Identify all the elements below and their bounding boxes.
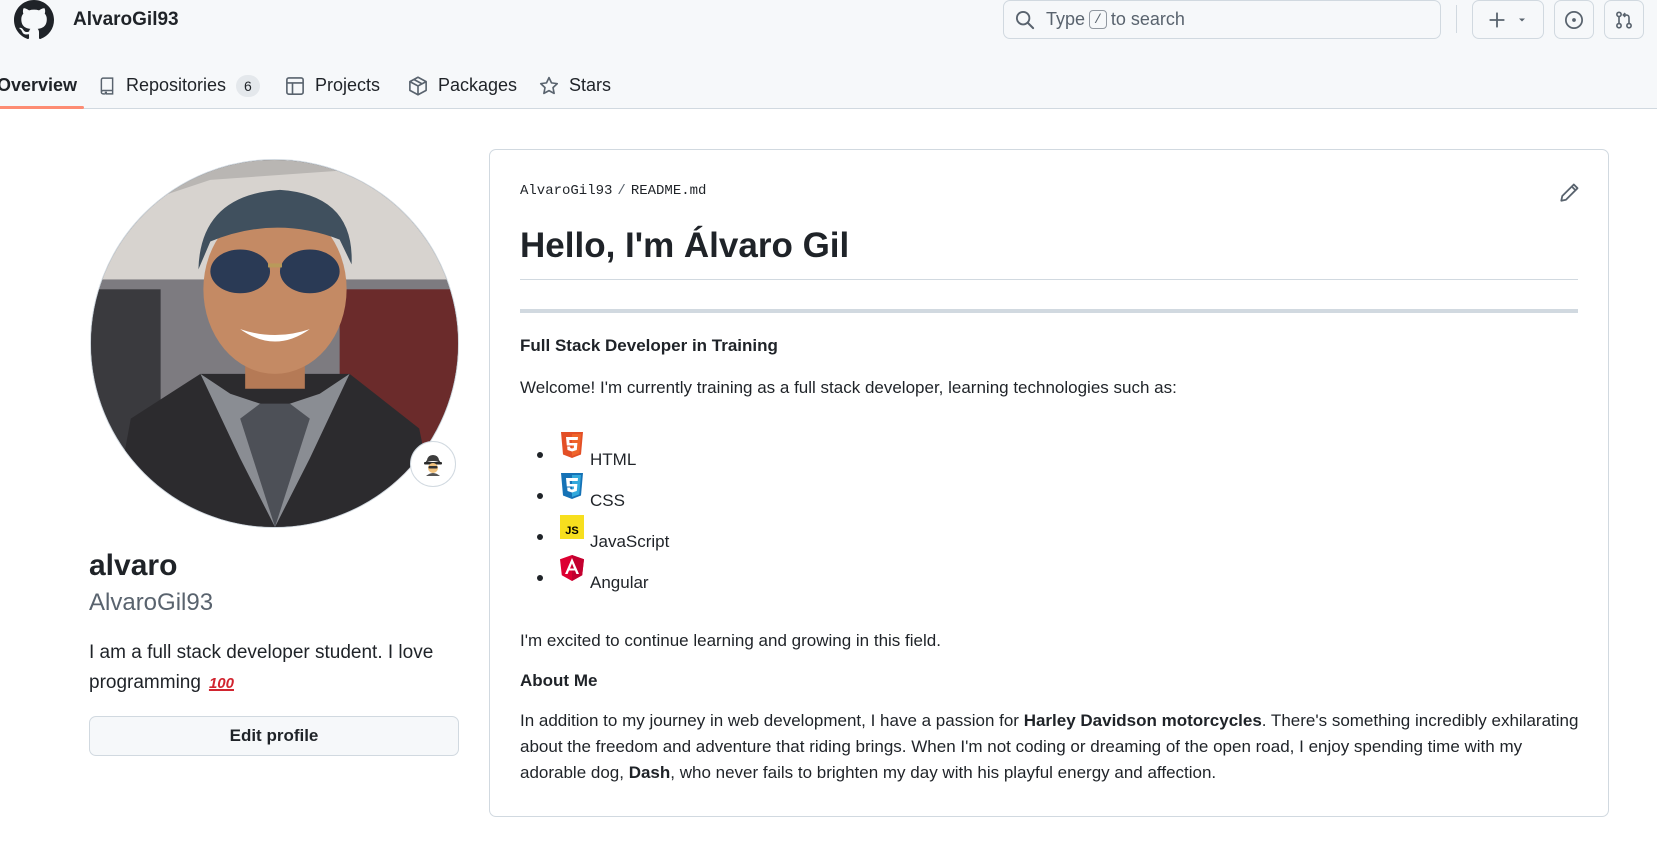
profile-bio-text: I am a full stack developer student. I l… bbox=[89, 642, 434, 693]
readme-intro: Welcome! I'm currently training as a ful… bbox=[520, 378, 1177, 397]
readme-breadcrumb: AlvaroGil93 / README.md bbox=[520, 183, 706, 199]
readme-subtitle: Full Stack Developer in Training bbox=[520, 336, 778, 355]
about-me-paragraph: In addition to my journey in web develop… bbox=[520, 708, 1580, 786]
hundred-points-emoji-icon: 100 bbox=[208, 675, 234, 692]
technology-list: HTML CSS JS JavaScript Angular bbox=[520, 432, 669, 596]
top-header: AlvaroGil93 Type / to search Overview Re… bbox=[0, 0, 1657, 109]
about-bold-dash: Dash bbox=[628, 763, 671, 782]
javascript-icon: JS bbox=[560, 515, 584, 539]
create-new-button[interactable] bbox=[1472, 0, 1544, 39]
readme-file-base: README bbox=[630, 183, 682, 199]
tab-projects[interactable]: Projects bbox=[285, 62, 380, 109]
status-emoji-button[interactable] bbox=[410, 441, 456, 487]
repo-icon bbox=[100, 76, 114, 95]
star-icon bbox=[539, 76, 559, 94]
tab-repositories[interactable]: Repositories 6 bbox=[98, 62, 260, 109]
search-icon bbox=[1014, 9, 1036, 31]
horizontal-rule bbox=[520, 309, 1578, 313]
list-item: CSS bbox=[520, 473, 669, 514]
tab-stars-label: Stars bbox=[569, 75, 612, 95]
technology-label: JavaScript bbox=[590, 531, 670, 551]
list-item: JS JavaScript bbox=[520, 514, 669, 555]
profile-readme-card: AlvaroGil93 / README.md Hello, I'm Álvar… bbox=[489, 149, 1609, 817]
tab-packages-label: Packages bbox=[438, 75, 518, 95]
git-pull-request-icon bbox=[1616, 10, 1632, 29]
readme-title: Hello, I'm Álvaro Gil bbox=[520, 226, 850, 265]
header-divider bbox=[1456, 5, 1457, 33]
angular-icon bbox=[560, 555, 584, 581]
about-text-3: , who never fails to brighten my day wit… bbox=[670, 763, 1217, 782]
tab-stars[interactable]: Stars bbox=[539, 62, 611, 109]
search-placeholder: Type / to search bbox=[1046, 9, 1185, 30]
search-placeholder-suffix: to search bbox=[1110, 9, 1185, 29]
search-placeholder-prefix: Type bbox=[1046, 9, 1086, 29]
title-divider bbox=[520, 279, 1578, 280]
breadcrumb-separator: / bbox=[617, 183, 626, 199]
repositories-count-badge: 6 bbox=[236, 74, 260, 97]
search-shortcut-key: / bbox=[1089, 10, 1107, 29]
html5-icon bbox=[561, 432, 583, 458]
about-bold-harley: Harley Davidson motorcycles bbox=[1023, 711, 1262, 730]
profile-login: AlvaroGil93 bbox=[89, 589, 214, 616]
about-text-1: In addition to my journey in web develop… bbox=[520, 711, 1024, 730]
about-me-heading: About Me bbox=[520, 671, 598, 690]
svg-text:JS: JS bbox=[565, 525, 578, 537]
list-item: HTML bbox=[520, 432, 669, 473]
technology-label: Angular bbox=[590, 572, 649, 592]
plus-icon bbox=[1489, 11, 1505, 28]
tab-overview-label: Overview bbox=[0, 75, 78, 95]
pull-requests-button[interactable] bbox=[1604, 0, 1644, 39]
header-username[interactable]: AlvaroGil93 bbox=[73, 9, 179, 31]
tab-overview[interactable]: Overview bbox=[0, 62, 85, 109]
edit-profile-button[interactable]: Edit profile bbox=[89, 716, 459, 756]
edit-readme-pencil-icon[interactable] bbox=[1558, 182, 1580, 204]
list-item: Angular bbox=[520, 555, 669, 596]
tab-repositories-label: Repositories bbox=[126, 75, 227, 95]
table-icon bbox=[286, 76, 304, 95]
readme-file-link[interactable]: README.md bbox=[631, 183, 707, 199]
issues-button[interactable] bbox=[1554, 0, 1594, 39]
css3-icon bbox=[561, 473, 583, 499]
package-icon bbox=[409, 75, 427, 96]
profile-display-name: alvaro bbox=[89, 549, 178, 582]
profile-avatar[interactable] bbox=[90, 159, 459, 528]
profile-bio: I am a full stack developer student. I l… bbox=[89, 638, 459, 699]
search-input[interactable]: Type / to search bbox=[1003, 0, 1441, 39]
spy-emoji-icon bbox=[424, 455, 442, 476]
readme-file-ext: .md bbox=[681, 183, 707, 199]
github-logo-icon[interactable] bbox=[14, 0, 54, 40]
readme-owner-link[interactable]: AlvaroGil93 bbox=[520, 183, 612, 199]
tab-packages[interactable]: Packages bbox=[408, 62, 517, 109]
tab-projects-label: Projects bbox=[315, 75, 381, 95]
technology-label: CSS bbox=[590, 490, 625, 510]
triangle-down-icon bbox=[1519, 18, 1525, 21]
technology-label: HTML bbox=[590, 449, 637, 469]
issue-opened-icon bbox=[1565, 10, 1583, 29]
readme-closing: I'm excited to continue learning and gro… bbox=[520, 631, 941, 650]
